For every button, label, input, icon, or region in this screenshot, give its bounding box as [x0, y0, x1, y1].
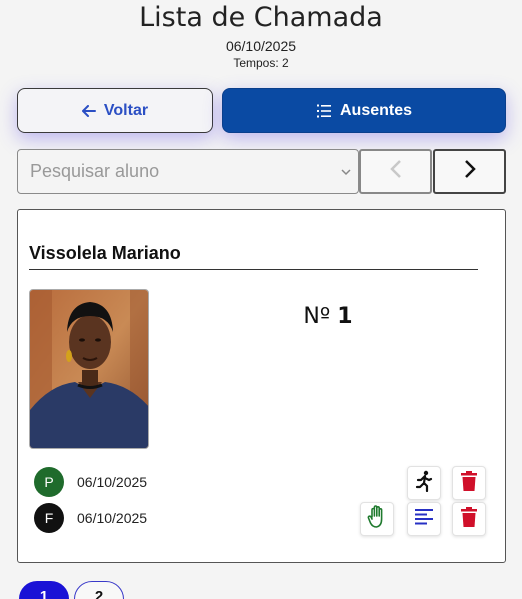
- attendance-date: 06/10/2025: [77, 510, 148, 526]
- present-badge: P: [34, 467, 64, 497]
- attendance-date: 06/10/2025: [77, 474, 148, 490]
- page-title: Lista de Chamada: [139, 2, 383, 33]
- session-tempos: Tempos: 2: [233, 56, 289, 70]
- delete-attendance-button[interactable]: [452, 502, 486, 536]
- absentees-button[interactable]: Ausentes: [222, 88, 506, 133]
- page-button-1[interactable]: 1: [19, 581, 69, 599]
- session-date: 06/10/2025: [225, 38, 297, 54]
- absentees-button-label: Ausentes: [339, 101, 413, 119]
- hand-icon: [367, 504, 387, 534]
- trash-icon: [460, 506, 478, 533]
- page-button-2[interactable]: 2: [74, 581, 124, 599]
- student-card: Vissolela Mariano Nº 1 P 06/10/2025 F 06…: [17, 209, 506, 563]
- mark-exit-button[interactable]: [407, 466, 441, 500]
- number-prefix: Nº: [303, 304, 331, 329]
- student-number: Nº 1: [268, 304, 388, 329]
- back-button-label: Voltar: [103, 101, 149, 119]
- list-numbered-icon: [316, 103, 332, 119]
- action-buttons: Voltar Ausentes: [17, 88, 506, 133]
- absent-badge: F: [34, 503, 64, 533]
- header: Lista de Chamada 06/10/2025 Tempos: 2: [0, 0, 522, 70]
- next-student-button[interactable]: [433, 149, 506, 194]
- search-row: [17, 149, 506, 194]
- chevron-down-icon: [340, 165, 352, 183]
- attendance-row: P 06/10/2025: [34, 467, 147, 497]
- justify-absence-button[interactable]: [360, 502, 394, 536]
- student-search-select[interactable]: [17, 149, 359, 194]
- search-input[interactable]: [30, 161, 320, 182]
- chevron-right-icon: [464, 159, 476, 184]
- back-button[interactable]: Voltar: [17, 88, 213, 133]
- student-name: Vissolela Mariano: [29, 243, 478, 270]
- running-person-icon: [414, 470, 434, 497]
- number-value: 1: [337, 304, 353, 329]
- align-left-icon: [414, 507, 434, 532]
- arrow-left-icon: [81, 104, 96, 117]
- attendance-row: F 06/10/2025: [34, 503, 147, 533]
- chevron-left-icon: [389, 159, 402, 184]
- notes-button[interactable]: [407, 502, 441, 536]
- delete-attendance-button[interactable]: [452, 466, 486, 500]
- trash-icon: [460, 470, 478, 497]
- previous-student-button[interactable]: [359, 149, 432, 194]
- student-photo: [29, 289, 149, 449]
